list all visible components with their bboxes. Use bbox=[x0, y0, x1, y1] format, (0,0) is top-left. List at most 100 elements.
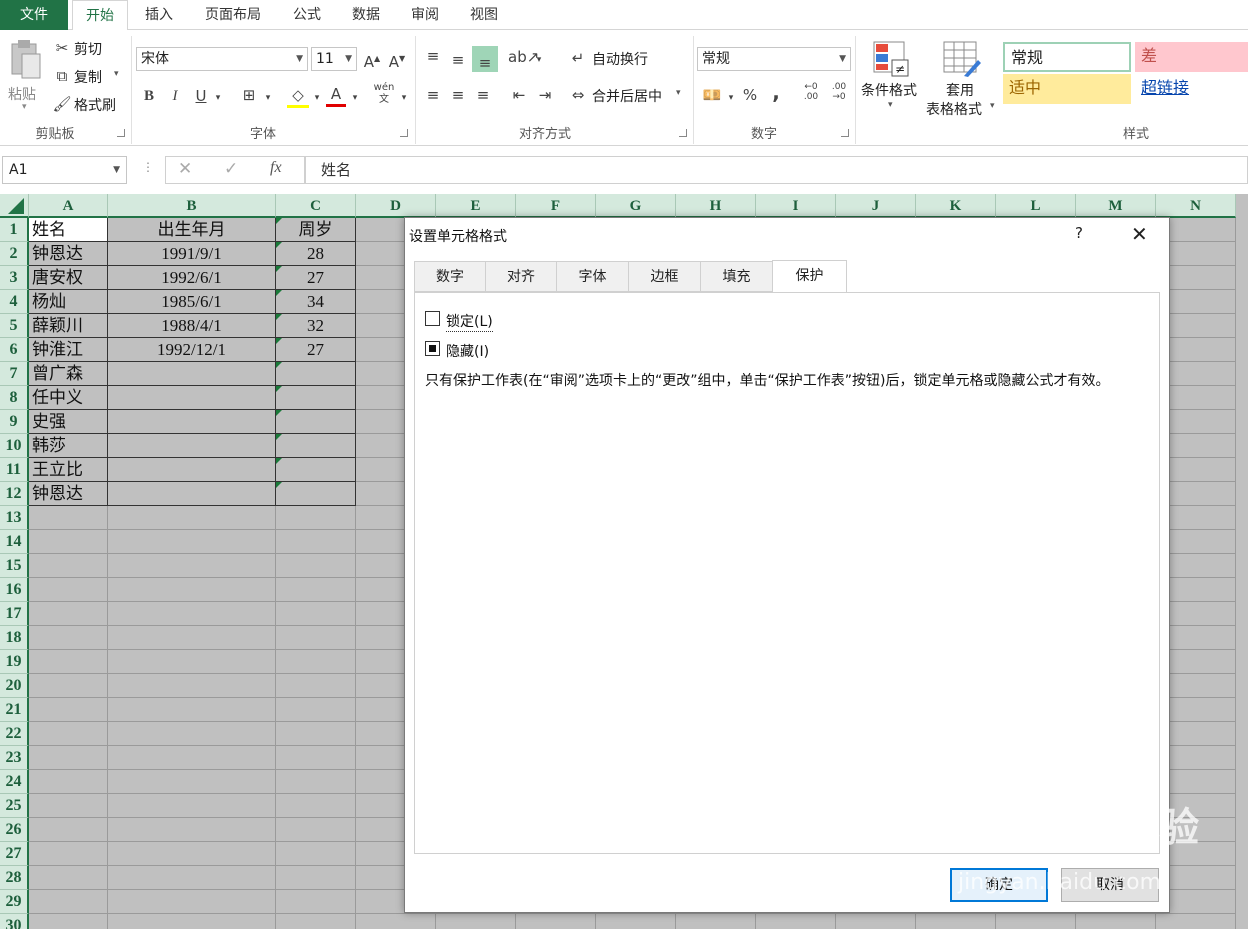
table-cell[interactable]: 钟恩达 bbox=[29, 242, 108, 266]
empty-cell[interactable] bbox=[29, 626, 108, 650]
empty-cell[interactable] bbox=[756, 914, 836, 929]
empty-cell[interactable] bbox=[596, 914, 676, 929]
empty-cell[interactable] bbox=[108, 842, 276, 866]
row-header-6[interactable]: 6 bbox=[0, 338, 29, 362]
empty-cell[interactable] bbox=[29, 770, 108, 794]
empty-cell[interactable] bbox=[276, 866, 356, 890]
table-cell[interactable] bbox=[108, 362, 276, 386]
table-cell[interactable]: 28 bbox=[276, 242, 356, 266]
table-cell[interactable]: 1985/6/1 bbox=[108, 290, 276, 314]
empty-cell[interactable] bbox=[108, 674, 276, 698]
empty-cell[interactable] bbox=[29, 914, 108, 929]
empty-cell[interactable] bbox=[916, 914, 996, 929]
empty-cell[interactable] bbox=[1156, 914, 1236, 929]
chevron-down-icon[interactable]: ▾ bbox=[349, 88, 361, 108]
row-header-2[interactable]: 2 bbox=[0, 242, 29, 266]
chevron-down-icon[interactable]: ▾ bbox=[212, 88, 224, 108]
empty-cell[interactable] bbox=[29, 746, 108, 770]
empty-cell[interactable] bbox=[29, 602, 108, 626]
empty-cell[interactable] bbox=[29, 866, 108, 890]
empty-cell[interactable] bbox=[29, 530, 108, 554]
currency-icon[interactable]: 💴 bbox=[700, 85, 724, 105]
dialog-tab-border[interactable]: 边框 bbox=[628, 261, 701, 292]
empty-cell[interactable] bbox=[29, 554, 108, 578]
empty-cell[interactable] bbox=[276, 890, 356, 914]
table-cell[interactable]: 任中义 bbox=[29, 386, 108, 410]
decrease-decimal-icon[interactable]: .00 →0 bbox=[828, 82, 850, 102]
cut-button[interactable]: ✂ 剪切 bbox=[52, 38, 112, 60]
row-header-20[interactable]: 20 bbox=[0, 674, 29, 698]
table-cell[interactable]: 史强 bbox=[29, 410, 108, 434]
row-header-11[interactable]: 11 bbox=[0, 458, 29, 482]
italic-button[interactable]: I bbox=[166, 86, 184, 106]
font-name-combo[interactable]: 宋体 ▼ bbox=[136, 47, 308, 71]
table-cell[interactable]: 27 bbox=[276, 338, 356, 362]
style-normal[interactable]: 常规 bbox=[1003, 42, 1131, 72]
number-format-combo[interactable]: 常规 ▼ bbox=[697, 47, 851, 71]
dialog-tab-number[interactable]: 数字 bbox=[414, 261, 486, 292]
table-cell[interactable]: 1992/6/1 bbox=[108, 266, 276, 290]
column-header-d[interactable]: D bbox=[356, 194, 436, 218]
row-header-28[interactable]: 28 bbox=[0, 866, 29, 890]
row-header-29[interactable]: 29 bbox=[0, 890, 29, 914]
alignment-launcher[interactable] bbox=[679, 129, 687, 137]
style-hyperlink[interactable]: 超链接 bbox=[1135, 74, 1248, 104]
column-header-c[interactable]: C bbox=[276, 194, 356, 218]
column-header-k[interactable]: K bbox=[916, 194, 996, 218]
empty-cell[interactable] bbox=[356, 914, 436, 929]
orientation-icon[interactable]: ab↗ bbox=[508, 47, 539, 67]
row-header-16[interactable]: 16 bbox=[0, 578, 29, 602]
empty-cell[interactable] bbox=[108, 530, 276, 554]
conditional-format-button[interactable]: ≠ 条件格式 ▾ bbox=[858, 38, 924, 120]
table-cell[interactable] bbox=[276, 482, 356, 506]
merge-center-button[interactable]: ⇔ 合并后居中 ▾ bbox=[568, 85, 688, 107]
row-header-26[interactable]: 26 bbox=[0, 818, 29, 842]
table-cell[interactable]: 钟恩达 bbox=[29, 482, 108, 506]
table-cell[interactable] bbox=[276, 434, 356, 458]
empty-cell[interactable] bbox=[108, 914, 276, 929]
chevron-down-icon[interactable]: ▾ bbox=[311, 88, 323, 108]
table-cell[interactable]: 1988/4/1 bbox=[108, 314, 276, 338]
table-cell[interactable]: 曾广森 bbox=[29, 362, 108, 386]
empty-cell[interactable] bbox=[108, 818, 276, 842]
empty-cell[interactable] bbox=[1076, 914, 1156, 929]
empty-cell[interactable] bbox=[276, 794, 356, 818]
empty-cell[interactable] bbox=[108, 722, 276, 746]
table-cell[interactable] bbox=[108, 482, 276, 506]
comma-button[interactable]: , bbox=[766, 82, 786, 102]
row-header-5[interactable]: 5 bbox=[0, 314, 29, 338]
row-header-21[interactable]: 21 bbox=[0, 698, 29, 722]
font-launcher[interactable] bbox=[400, 129, 408, 137]
tab-insert[interactable]: 插入 bbox=[138, 0, 180, 30]
row-header-7[interactable]: 7 bbox=[0, 362, 29, 386]
fill-color-icon[interactable]: ◇ bbox=[287, 85, 309, 108]
empty-cell[interactable] bbox=[276, 602, 356, 626]
empty-cell[interactable] bbox=[29, 506, 108, 530]
empty-cell[interactable] bbox=[516, 914, 596, 929]
empty-cell[interactable] bbox=[276, 578, 356, 602]
empty-cell[interactable] bbox=[29, 722, 108, 746]
hidden-checkbox[interactable] bbox=[425, 341, 440, 356]
table-cell[interactable]: 1992/12/1 bbox=[108, 338, 276, 362]
dialog-tab-protection[interactable]: 保护 bbox=[772, 260, 847, 293]
copy-button[interactable]: ⧉ 复制 ▾ bbox=[52, 66, 124, 88]
row-header-3[interactable]: 3 bbox=[0, 266, 29, 290]
table-cell[interactable] bbox=[276, 386, 356, 410]
empty-cell[interactable] bbox=[108, 794, 276, 818]
table-cell[interactable] bbox=[108, 410, 276, 434]
table-cell[interactable]: 27 bbox=[276, 266, 356, 290]
increase-decimal-icon[interactable]: ←0.00 bbox=[800, 82, 822, 102]
header-cell[interactable]: 姓名 bbox=[29, 218, 108, 242]
table-cell[interactable]: 1991/9/1 bbox=[108, 242, 276, 266]
empty-cell[interactable] bbox=[276, 842, 356, 866]
empty-cell[interactable] bbox=[29, 674, 108, 698]
dialog-tab-alignment[interactable]: 对齐 bbox=[485, 261, 557, 292]
table-cell[interactable]: 韩莎 bbox=[29, 434, 108, 458]
row-header-19[interactable]: 19 bbox=[0, 650, 29, 674]
decrease-font-icon[interactable]: A▼ bbox=[387, 49, 407, 72]
locked-checkbox[interactable] bbox=[425, 311, 440, 326]
increase-indent-icon[interactable]: ⇥ bbox=[534, 85, 556, 105]
table-cell[interactable] bbox=[276, 458, 356, 482]
empty-cell[interactable] bbox=[108, 890, 276, 914]
column-header-b[interactable]: B bbox=[108, 194, 276, 218]
